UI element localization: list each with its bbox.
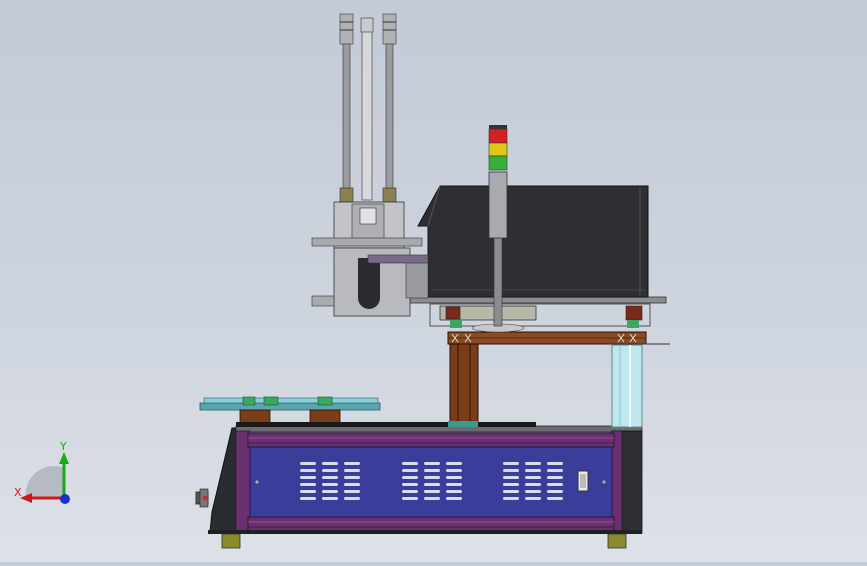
vent-slot	[503, 462, 519, 465]
vent-slot	[525, 490, 541, 493]
vent-slot	[322, 476, 338, 479]
vent-slot	[424, 462, 440, 465]
vent-slot	[402, 469, 418, 472]
vent-slot	[547, 462, 563, 465]
vent-slot	[424, 469, 440, 472]
leveling-foot-left	[221, 533, 241, 549]
vent-slot	[525, 469, 541, 472]
vent-slot	[424, 476, 440, 479]
vent-slot	[503, 490, 519, 493]
vent-slot	[322, 462, 338, 465]
vent-slot	[300, 483, 316, 486]
vent-slot	[446, 483, 462, 486]
vent-slot	[503, 497, 519, 500]
orientation-triad: Y X	[14, 440, 70, 504]
x-axis-label: X	[14, 486, 22, 499]
vent-slot	[446, 497, 462, 500]
vent-slot	[402, 476, 418, 479]
vent-slot	[300, 462, 316, 465]
vent-slot	[344, 469, 360, 472]
vent-slot	[402, 490, 418, 493]
vent-slot	[402, 483, 418, 486]
vent-slot	[344, 462, 360, 465]
vent-slot	[525, 476, 541, 479]
yellow-light	[488, 142, 508, 157]
vent-slot	[424, 483, 440, 486]
vent-slot	[300, 497, 316, 500]
vent-slot	[344, 497, 360, 500]
vent-slot	[344, 490, 360, 493]
vent-slot	[525, 462, 541, 465]
vent-slot	[300, 476, 316, 479]
vent-slot	[547, 476, 563, 479]
vent-slot	[446, 469, 462, 472]
vent-slot	[446, 476, 462, 479]
vent-slot	[300, 490, 316, 493]
base-cabinet[interactable]	[208, 425, 643, 534]
vent-slot	[446, 490, 462, 493]
green-light	[488, 155, 508, 171]
z-axis-marker	[60, 494, 70, 504]
vent-slot	[525, 497, 541, 500]
vent-slot	[424, 497, 440, 500]
vent-slot	[402, 462, 418, 465]
vent-slot	[424, 490, 440, 493]
vent-slot	[547, 483, 563, 486]
machine-model[interactable]	[0, 0, 867, 562]
vent-slot	[344, 483, 360, 486]
red-light	[488, 128, 508, 144]
vent-slot	[322, 483, 338, 486]
vent-slot	[525, 483, 541, 486]
vent-slot	[503, 469, 519, 472]
upper-rail[interactable]	[409, 296, 667, 333]
vent-slot	[547, 490, 563, 493]
press-head[interactable]	[311, 13, 429, 317]
vent-slot	[503, 476, 519, 479]
vent-slot	[503, 483, 519, 486]
vent-slot	[547, 469, 563, 472]
leveling-foot-right	[607, 533, 627, 549]
protective-hood[interactable]	[417, 185, 649, 298]
support-column[interactable]	[448, 342, 479, 427]
cad-viewport[interactable]	[0, 0, 867, 562]
glass-guard[interactable]	[611, 344, 643, 428]
vent-slot	[402, 497, 418, 500]
crossbeam[interactable]	[447, 331, 670, 345]
vent-slot	[322, 497, 338, 500]
vent-slot	[322, 469, 338, 472]
cable-connector	[195, 488, 209, 508]
vent-slot	[322, 490, 338, 493]
y-axis-label: Y	[59, 440, 67, 453]
fixture-plate[interactable]	[199, 396, 536, 427]
vent-slot	[300, 469, 316, 472]
vent-slot	[446, 462, 462, 465]
vent-slot	[344, 476, 360, 479]
vent-slot	[547, 497, 563, 500]
